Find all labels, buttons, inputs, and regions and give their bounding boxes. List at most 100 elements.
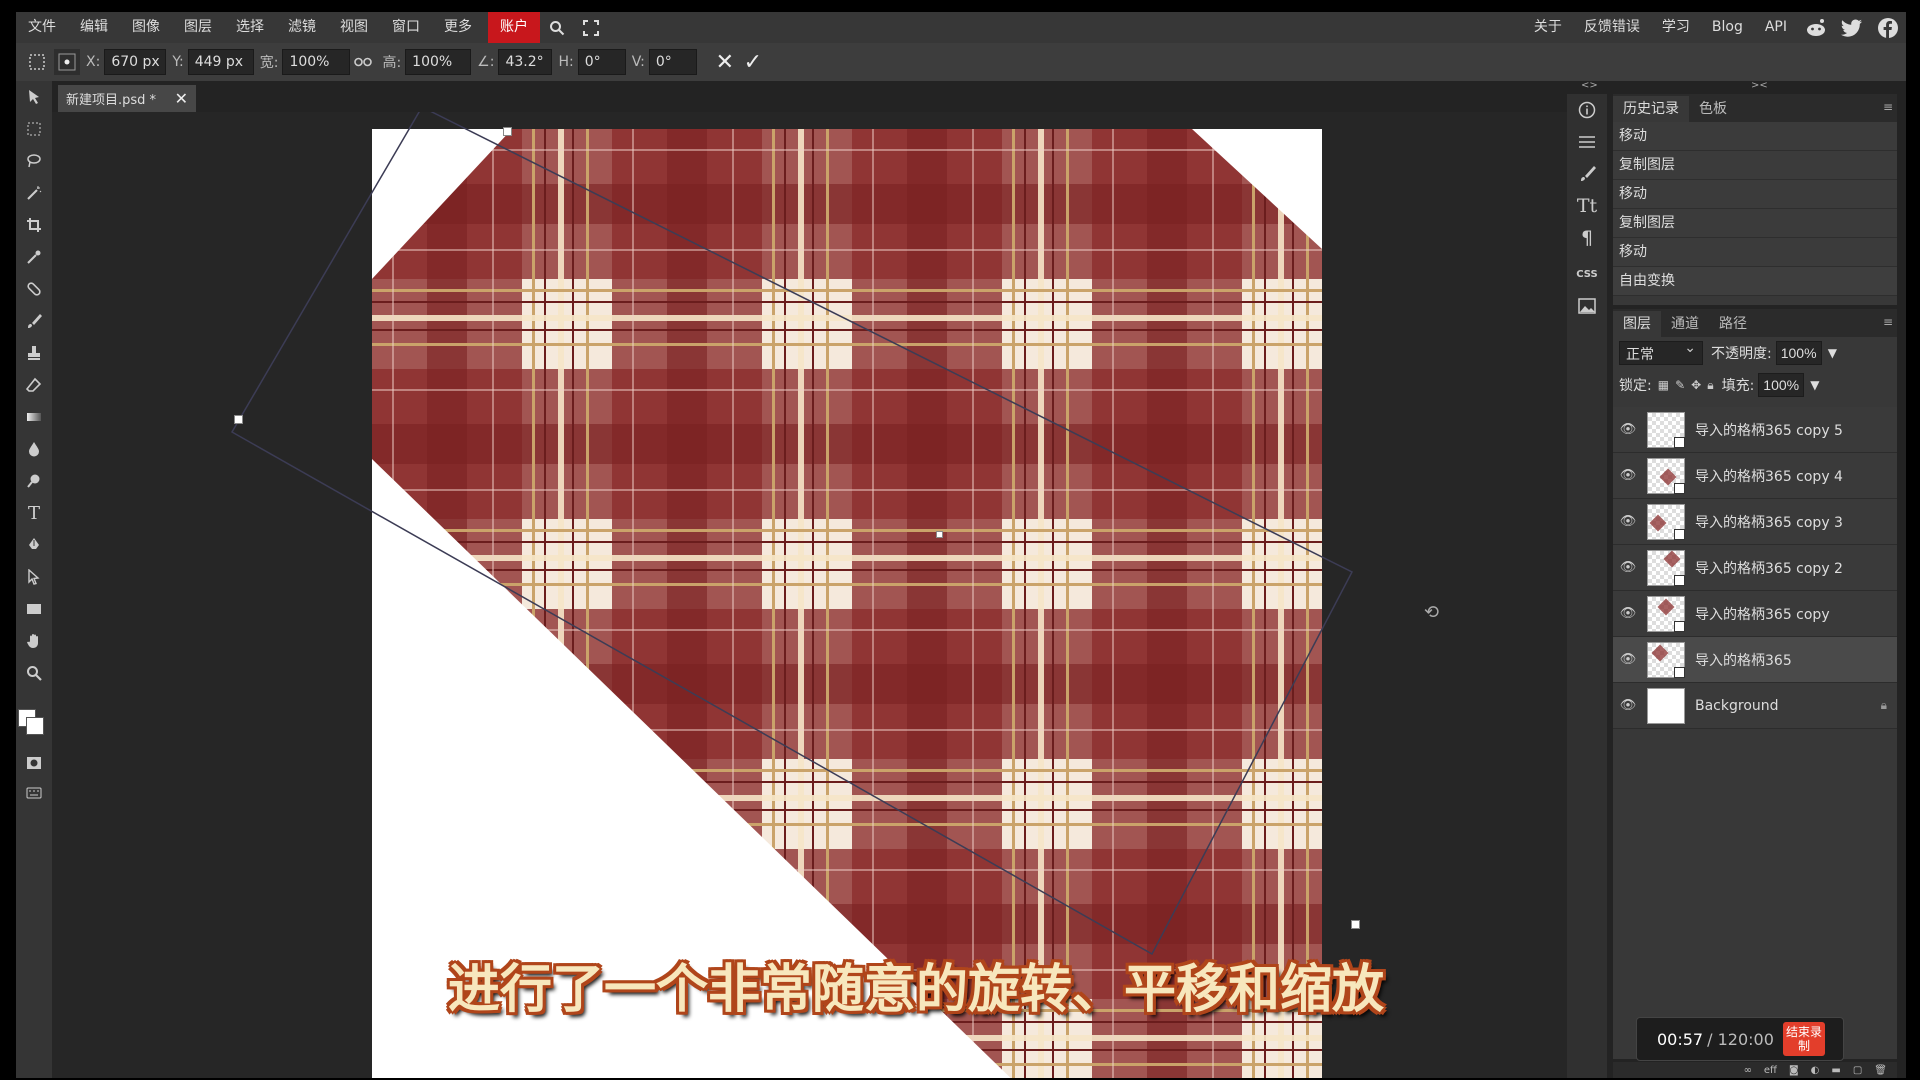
close-icon[interactable]: ✕ bbox=[175, 89, 188, 108]
delete-layer-icon[interactable]: 🗑︎ bbox=[1874, 1065, 1887, 1076]
fullscreen-icon[interactable] bbox=[574, 12, 608, 43]
character-icon[interactable]: Tt bbox=[1567, 190, 1607, 222]
skew-h-input[interactable] bbox=[577, 49, 626, 75]
menu-select[interactable]: 选择 bbox=[224, 12, 276, 43]
gradient-tool-icon[interactable] bbox=[16, 401, 52, 433]
pen-tool-icon[interactable] bbox=[16, 529, 52, 561]
menu-report-bug[interactable]: 反馈错误 bbox=[1573, 12, 1651, 43]
brush-tool-icon[interactable] bbox=[16, 305, 52, 337]
history-item[interactable]: 复制图层 bbox=[1613, 151, 1897, 180]
eraser-tool-icon[interactable] bbox=[16, 369, 52, 401]
eye-icon[interactable]: 👁︎ bbox=[1613, 468, 1643, 483]
eye-icon[interactable]: 👁︎ bbox=[1613, 698, 1643, 713]
menu-learn[interactable]: 学习 bbox=[1651, 12, 1701, 43]
transform-handle-left[interactable] bbox=[234, 415, 243, 424]
eyedropper-tool-icon[interactable] bbox=[16, 241, 52, 273]
lock-pixels-icon[interactable]: ✎ bbox=[1675, 378, 1685, 392]
brush-settings-icon[interactable] bbox=[1567, 158, 1607, 190]
new-layer-icon[interactable]: ▢ bbox=[1853, 1065, 1862, 1076]
keyboard-icon[interactable] bbox=[16, 777, 52, 809]
menu-about[interactable]: 关于 bbox=[1523, 12, 1573, 43]
tab-swatches[interactable]: 色板 bbox=[1689, 96, 1737, 122]
height-input[interactable] bbox=[405, 49, 472, 75]
hand-tool-icon[interactable] bbox=[16, 625, 52, 657]
eye-icon[interactable]: 👁︎ bbox=[1613, 652, 1643, 667]
fill-input[interactable] bbox=[1758, 373, 1805, 397]
crop-tool-icon[interactable] bbox=[16, 209, 52, 241]
y-position-input[interactable] bbox=[187, 49, 254, 75]
history-item[interactable]: 移动 bbox=[1613, 180, 1897, 209]
eye-icon[interactable]: 👁︎ bbox=[1613, 606, 1643, 621]
transform-handle-center[interactable] bbox=[936, 531, 943, 538]
move-tool-icon[interactable] bbox=[16, 81, 52, 113]
cancel-transform-icon[interactable]: ✕ bbox=[711, 48, 739, 76]
link-icon[interactable] bbox=[350, 49, 376, 75]
background-color-swatch[interactable] bbox=[26, 717, 44, 735]
dodge-tool-icon[interactable] bbox=[16, 465, 52, 497]
magic-wand-tool-icon[interactable] bbox=[16, 177, 52, 209]
layer-row-selected[interactable]: 👁︎ 导入的格柄365 bbox=[1613, 637, 1897, 683]
panel-menu-icon[interactable]: ≡ bbox=[1883, 315, 1893, 329]
menu-api[interactable]: API bbox=[1754, 12, 1798, 43]
layer-row[interactable]: 👁︎ 导入的格柄365 copy 2 bbox=[1613, 545, 1897, 591]
css-icon[interactable]: CSS bbox=[1567, 258, 1607, 290]
blur-tool-icon[interactable] bbox=[16, 433, 52, 465]
layer-mask-icon[interactable]: ◙ bbox=[1789, 1065, 1799, 1076]
collapse-icon[interactable]: >< bbox=[1751, 80, 1768, 91]
shape-tool-icon[interactable] bbox=[16, 593, 52, 625]
path-select-tool-icon[interactable] bbox=[16, 561, 52, 593]
adjustment-layer-icon[interactable]: ◐ bbox=[1811, 1065, 1820, 1076]
lock-transparency-icon[interactable]: ▦ bbox=[1658, 378, 1669, 392]
image-icon[interactable] bbox=[1567, 290, 1607, 322]
reddit-icon[interactable] bbox=[1798, 12, 1834, 43]
layer-row[interactable]: 👁︎ 导入的格柄365 copy bbox=[1613, 591, 1897, 637]
menu-layer[interactable]: 图层 bbox=[172, 12, 224, 43]
eye-icon[interactable]: 👁︎ bbox=[1613, 560, 1643, 575]
lasso-tool-icon[interactable] bbox=[16, 145, 52, 177]
skew-v-input[interactable] bbox=[648, 49, 697, 75]
transform-handle-bottom-right[interactable] bbox=[1351, 920, 1360, 929]
layer-row[interactable]: 👁︎ 导入的格柄365 copy 5 bbox=[1613, 407, 1897, 453]
layer-row[interactable]: 👁︎ 导入的格柄365 copy 3 bbox=[1613, 499, 1897, 545]
tab-layers[interactable]: 图层 bbox=[1613, 311, 1661, 337]
reference-point-icon[interactable] bbox=[54, 49, 80, 75]
menu-filter[interactable]: 滤镜 bbox=[276, 12, 328, 43]
commit-transform-icon[interactable]: ✓ bbox=[739, 48, 767, 76]
tab-history[interactable]: 历史记录 bbox=[1613, 96, 1689, 122]
paragraph-icon[interactable]: ¶ bbox=[1567, 222, 1607, 254]
fill-dropdown-icon[interactable]: ▼ bbox=[1810, 378, 1819, 392]
marquee-tool-icon[interactable] bbox=[16, 113, 52, 145]
width-input[interactable] bbox=[282, 49, 351, 75]
document-tab[interactable]: 新建项目.psd * ✕ bbox=[58, 85, 196, 112]
menu-more[interactable]: 更多 bbox=[432, 12, 484, 43]
opacity-input[interactable] bbox=[1775, 341, 1822, 365]
canvas-area[interactable]: ⟲ bbox=[52, 112, 1580, 1078]
info-icon[interactable] bbox=[1567, 94, 1607, 126]
eye-icon[interactable]: 👁︎ bbox=[1613, 422, 1643, 437]
history-item[interactable]: 移动 bbox=[1613, 122, 1897, 151]
angle-input[interactable] bbox=[498, 49, 553, 75]
menu-account[interactable]: 账户 bbox=[488, 12, 540, 43]
history-item[interactable]: 自由变换 bbox=[1613, 267, 1897, 296]
stamp-tool-icon[interactable] bbox=[16, 337, 52, 369]
history-item[interactable]: 复制图层 bbox=[1613, 209, 1897, 238]
expand-icon[interactable]: <> bbox=[1581, 80, 1598, 91]
adjustments-icon[interactable] bbox=[1567, 126, 1607, 158]
transform-handle-top[interactable] bbox=[503, 127, 512, 136]
quick-mask-icon[interactable] bbox=[16, 747, 52, 779]
zoom-tool-icon[interactable] bbox=[16, 657, 52, 689]
layer-row[interactable]: 👁︎ 导入的格柄365 copy 4 bbox=[1613, 453, 1897, 499]
facebook-icon[interactable] bbox=[1870, 12, 1906, 43]
menu-edit[interactable]: 编辑 bbox=[68, 12, 120, 43]
menu-blog[interactable]: Blog bbox=[1701, 12, 1754, 43]
menu-view[interactable]: 视图 bbox=[328, 12, 380, 43]
opacity-dropdown-icon[interactable]: ▼ bbox=[1828, 346, 1837, 360]
menu-window[interactable]: 窗口 bbox=[380, 12, 432, 43]
lock-all-icon[interactable]: 🔒︎ bbox=[1707, 378, 1713, 393]
healing-brush-tool-icon[interactable] bbox=[16, 273, 52, 305]
menu-image[interactable]: 图像 bbox=[120, 12, 172, 43]
stop-recording-button[interactable]: 结束录制 bbox=[1783, 1022, 1825, 1056]
tab-channels[interactable]: 通道 bbox=[1661, 311, 1709, 337]
tab-paths[interactable]: 路径 bbox=[1709, 311, 1757, 337]
link-layers-icon[interactable]: ∞ bbox=[1744, 1065, 1752, 1076]
